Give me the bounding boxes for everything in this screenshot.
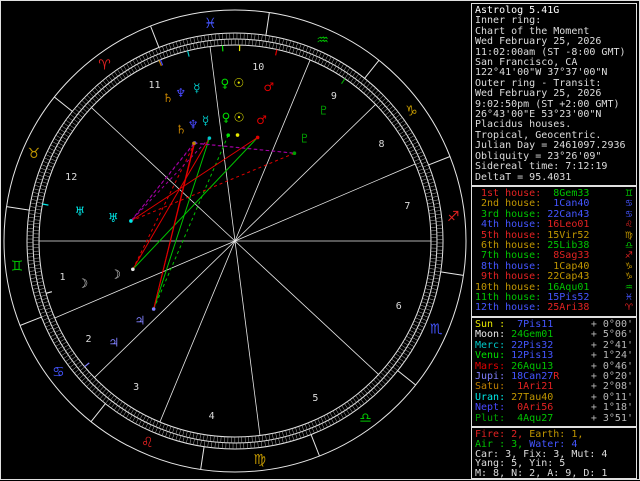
planet-glyph-outer-venu: ♀ — [220, 77, 229, 91]
sign-glyph-lib: ♎ — [359, 410, 372, 426]
house-number-5: 5 — [312, 393, 318, 404]
planet-glyph-outer-satu: ♄ — [163, 91, 174, 105]
planet-dot-uran — [129, 219, 133, 223]
sign-glyph-sco: ♏ — [430, 322, 443, 338]
house-row: 12th house: 25Ari38 ♈ — [475, 303, 633, 313]
house-label: 12th house: — [475, 303, 547, 313]
house-number-3: 3 — [133, 382, 139, 393]
sign-glyph-sag: ♐ — [447, 209, 460, 225]
planets-panel: Sun : 7Pis11 + 0°00'Moon: 24Gem01 + 5°06… — [471, 317, 637, 427]
house-number-2: 2 — [85, 334, 91, 345]
sign-glyph-gem: ♊ — [625, 189, 633, 199]
planet-dot-venu — [226, 133, 230, 137]
house-cusp-lines — [39, 47, 431, 436]
aspect-lines — [131, 135, 295, 309]
house-number-11: 11 — [149, 80, 161, 91]
sign-glyph-aqu: ♒ — [625, 283, 633, 293]
planet-glyph-inner-satu: ♄ — [176, 122, 187, 136]
planet-dot-merc — [208, 136, 212, 140]
sign-glyph-lib: ♎ — [625, 241, 633, 251]
planet-glyph-inner-venu: ♀ — [222, 111, 231, 125]
info-text: DeltaT = 95.4031 — [475, 173, 571, 183]
planet-row: Plut: 4Aqu27 + 3°51' — [475, 414, 633, 424]
planet-glyph-inner-uran: ♅ — [108, 211, 119, 225]
planet-glyph-outer-moon: ☽ — [77, 276, 88, 290]
element-line: M: 8, N: 2, A: 9, D: 1 — [475, 469, 633, 479]
house-number-10: 10 — [252, 62, 264, 73]
planet-glyph-outer-mars: ♂ — [263, 80, 274, 94]
planet-dot-plut — [293, 151, 297, 155]
sign-glyph-tau: ♉ — [28, 146, 41, 162]
sign-glyph-vir: ♍ — [625, 231, 633, 241]
info-text: Sidereal time: 7:12:19 — [475, 162, 607, 172]
planet-glyph-inner-merc: ☿ — [202, 114, 209, 128]
planet-glyph-outer-merc: ☿ — [193, 81, 200, 95]
planet-glyph-inner-plut: ♇ — [299, 132, 310, 146]
planet-glyph-inner-moon: ☽ — [110, 267, 121, 281]
sidebar: Astrolog 5.41GInner ring:Chart of the Mo… — [469, 1, 640, 481]
aspect-Moon-tri-Mars — [133, 137, 258, 269]
houses-panel: 1st house: 8Gem33♊ 2nd house: 1Can40♋ 3r… — [471, 186, 637, 317]
planet-label: Plut: — [475, 414, 511, 424]
sign-glyph-can: ♋ — [52, 364, 65, 380]
astrolog-window: ♈♉♊♋♌♍♎♏♐♑♒♓123456789101112♆♄♅☽♃♇♂☉♀☿♆♄♅… — [0, 0, 640, 480]
house-cusp-value: 25Ari38 — [547, 303, 589, 313]
aspect-Merc-sex-Uran — [131, 138, 209, 221]
aspect-Mars-squ-Uran — [131, 137, 258, 221]
house-number-4: 4 — [209, 411, 215, 422]
house-number-9: 9 — [331, 91, 337, 102]
planet-dot-mars — [256, 136, 260, 140]
sign-glyph-aqu: ♒ — [316, 33, 329, 49]
planet-dot-moon — [131, 267, 135, 271]
aspect-Uran-squ-Plut — [131, 153, 295, 221]
info-line: Sidereal time: 7:12:19 — [475, 162, 633, 172]
element-text: M: 8, N: 2, A: 9, D: 1 — [475, 469, 607, 479]
planet-dot-satu — [192, 141, 196, 145]
sign-glyph-vir: ♍ — [253, 452, 266, 468]
sign-glyph-sag: ♐ — [625, 251, 633, 261]
sign-glyph-leo: ♌ — [141, 435, 154, 451]
sign-glyph-pis: ♓ — [204, 16, 217, 32]
sign-glyph-cap: ♑ — [625, 262, 633, 272]
sign-glyph-ari: ♈ — [98, 57, 111, 73]
sign-glyph-pis: ♓ — [625, 293, 633, 303]
planet-glyph-inner-jupi: ♃ — [134, 314, 145, 328]
planet-glyph-outer-nept: ♆ — [175, 86, 186, 100]
aspect-Moon-squ-Nept — [133, 143, 195, 269]
element-summary-panel: Fire: 2, Earth: 1,Air : 3, Water: 4Car: … — [471, 427, 637, 479]
planet-glyph-outer-uran: ♅ — [74, 204, 85, 218]
planet-glyph-inner-nept: ♆ — [188, 117, 199, 131]
planet-dot-sun — [236, 133, 240, 137]
chart-wheel: ♈♉♊♋♌♍♎♏♐♑♒♓123456789101112♆♄♅☽♃♇♂☉♀☿♆♄♅… — [1, 1, 469, 481]
sign-glyph-can: ♋ — [625, 210, 633, 220]
house-number-7: 7 — [404, 201, 410, 212]
planet-position: 4Aqu27 — [511, 414, 553, 424]
sign-glyph-gem: ♊ — [11, 259, 24, 275]
house-number-12: 12 — [65, 172, 77, 183]
sign-glyph-can: ♋ — [625, 199, 633, 209]
planet-latitude: + 3°51' — [591, 414, 633, 424]
sign-glyph-cap: ♑ — [405, 103, 418, 119]
sign-glyph-ari: ♈ — [625, 303, 633, 313]
inner-ring-planets: ♆♄ ♅ ☽ ♃ ♇ ♂ ☉♀ ☿ — [108, 110, 310, 327]
planet-glyph-outer-sun: ☉ — [233, 76, 244, 90]
house-number-8: 8 — [379, 139, 385, 150]
aspect-Venu-tri-Jupi — [154, 135, 229, 309]
house-number-1: 1 — [60, 272, 66, 283]
info-line: DeltaT = 95.4031 — [475, 173, 633, 183]
sign-glyph-cap: ♑ — [625, 272, 633, 282]
planet-dot-jupi — [152, 307, 156, 311]
house-number-6: 6 — [396, 301, 402, 312]
retrograde-flag — [553, 414, 559, 424]
sign-glyph-leo: ♌ — [625, 220, 633, 230]
planet-glyph-inner-sun: ☉ — [234, 110, 245, 124]
aspect-Merc-tri-Jupi — [154, 138, 210, 309]
planet-glyph-outer-plut: ♇ — [318, 103, 329, 117]
planet-glyph-inner-mars: ♂ — [256, 113, 267, 127]
planet-glyph-outer-jupi: ♃ — [108, 336, 119, 350]
chart-info-panel: Astrolog 5.41GInner ring:Chart of the Mo… — [471, 3, 637, 186]
